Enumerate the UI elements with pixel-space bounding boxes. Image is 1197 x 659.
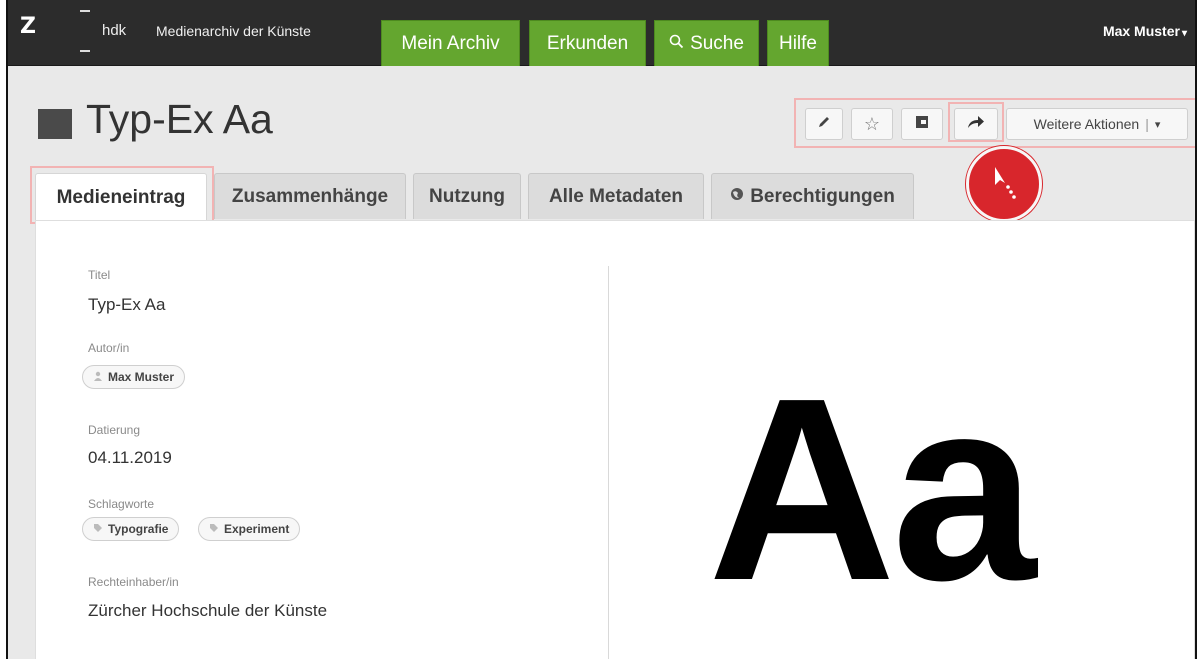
tab-label: Zusammenhänge — [231, 185, 389, 207]
logo-line-bottom — [80, 50, 90, 52]
author-label: Autor/in — [88, 341, 130, 355]
tab-medieneintrag[interactable]: Medieneintrag — [35, 173, 207, 221]
app-window: Z hdk Medienarchiv der Künste Mein Archi… — [6, 0, 1197, 659]
keyword-pill[interactable]: Typografie — [82, 517, 180, 541]
tag-icon — [209, 523, 219, 536]
author-pill[interactable]: Max Muster — [82, 365, 186, 389]
search-icon — [669, 34, 684, 54]
tag-icon — [93, 523, 103, 536]
brand-name[interactable]: Medienarchiv der Künste — [156, 23, 311, 39]
hdk-logo-text: hdk — [102, 22, 127, 39]
user-menu[interactable]: Max Muster ▾ — [1103, 23, 1187, 39]
more-actions-label: Weitere Aktionen — [1033, 116, 1140, 132]
clipboard-icon — [915, 115, 929, 133]
keyword-pill[interactable]: Experiment — [198, 517, 301, 541]
click-cursor-indicator — [966, 146, 1042, 222]
more-actions-dropdown[interactable]: Weitere Aktionen | ▾ — [1006, 108, 1188, 140]
column-divider — [608, 266, 609, 659]
nav-label: Mein Archiv — [401, 32, 500, 54]
tab-nutzung[interactable]: Nutzung — [413, 173, 521, 219]
tab-alle-metadaten[interactable]: Alle Metadaten — [528, 173, 704, 219]
globe-icon — [730, 187, 744, 206]
chevron-down-icon: ▾ — [1154, 118, 1161, 131]
tab-label: Alle Metadaten — [548, 185, 684, 207]
logo-line-top — [80, 10, 90, 12]
star-icon: ☆ — [863, 113, 881, 134]
nav-hilfe[interactable]: Hilfe — [767, 20, 829, 66]
share-highlight-outline — [948, 102, 1004, 142]
nav-label: Suche — [690, 32, 744, 54]
title-value: Typ-Ex Aa — [88, 295, 166, 314]
nav-mein-archiv[interactable]: Mein Archiv — [381, 20, 520, 66]
tab-berechtigungen[interactable]: Berechtigungen — [711, 173, 914, 219]
user-name: Max Muster — [1102, 23, 1180, 39]
media-preview-glyphs[interactable]: Aa — [708, 360, 1036, 620]
tab-label: Medieneintrag — [56, 186, 186, 208]
nav-suche[interactable]: Suche — [654, 20, 759, 66]
tab-label: Berechtigungen — [750, 185, 895, 207]
dropdown-separator: | — [1145, 116, 1149, 132]
hdk-logo[interactable]: hdk — [76, 0, 156, 66]
date-value: 04.11.2019 — [88, 448, 172, 467]
title-label: Titel — [88, 268, 111, 282]
chevron-down-icon: ▾ — [1181, 28, 1187, 39]
top-navigation-bar: Z hdk Medienarchiv der Künste Mein Archi… — [8, 0, 1195, 66]
keywords-label: Schlagworte — [88, 497, 155, 511]
person-icon — [93, 371, 103, 384]
z-logo[interactable]: Z — [20, 14, 36, 39]
author-name: Max Muster — [108, 370, 175, 384]
edit-button[interactable] — [805, 108, 843, 140]
rights-value: Zürcher Hochschule der Künste — [88, 601, 328, 620]
favorite-button[interactable]: ☆ — [851, 108, 893, 140]
keyword-label: Typografie — [108, 522, 169, 536]
tab-label: Nutzung — [429, 185, 505, 207]
nav-erkunden[interactable]: Erkunden — [529, 20, 646, 66]
media-type-square-icon — [38, 109, 72, 139]
cursor-pointer-icon — [995, 167, 1016, 199]
date-label: Datierung — [88, 423, 141, 437]
page-title: Typ-Ex Aa — [86, 96, 273, 142]
clipboard-button[interactable] — [901, 108, 943, 140]
pencil-icon — [817, 115, 831, 133]
keyword-label: Experiment — [224, 522, 290, 536]
nav-label: Hilfe — [778, 32, 817, 54]
tab-zusammenhaenge[interactable]: Zusammenhänge — [214, 173, 406, 219]
nav-label: Erkunden — [546, 32, 629, 54]
rights-label: Rechteinhaber/in — [88, 575, 179, 589]
